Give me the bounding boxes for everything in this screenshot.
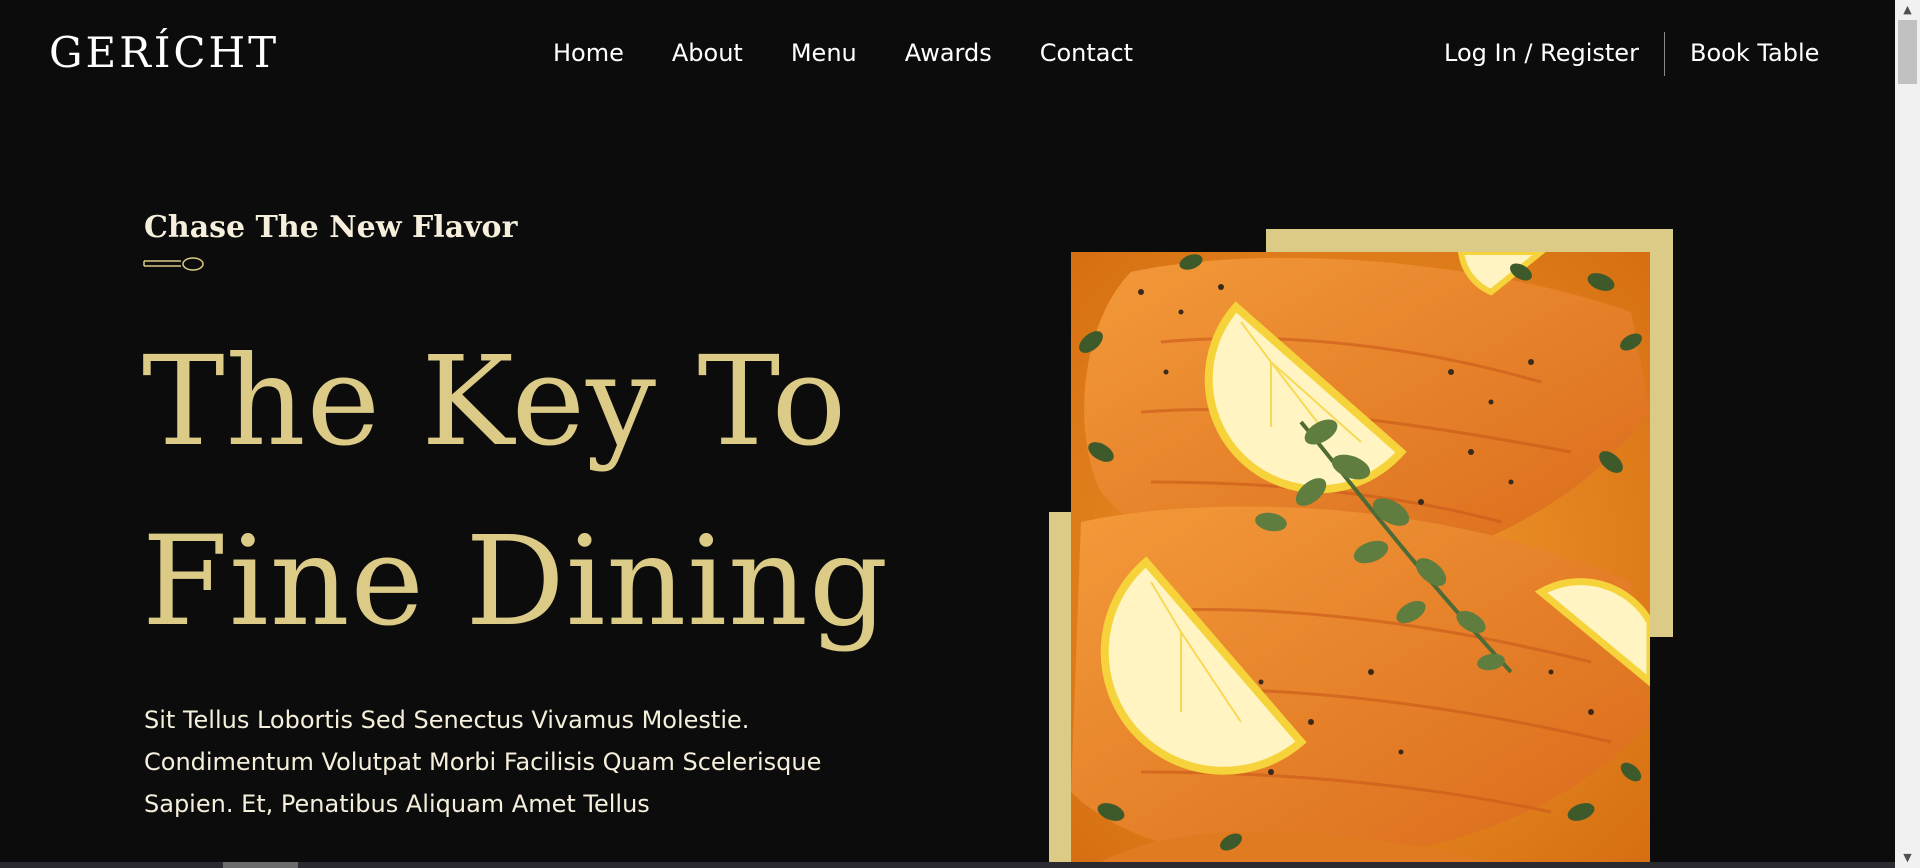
nav-link-awards[interactable]: Awards <box>905 38 992 68</box>
hero-subtitle: Chase The New Flavor <box>144 210 518 245</box>
nav-links: Home About Menu Awards Contact <box>553 38 1133 68</box>
scroll-down-arrow[interactable]: ▼ <box>1895 848 1920 868</box>
login-register-link[interactable]: Log In / Register <box>1444 38 1639 68</box>
vertical-scrollbar[interactable]: ▲ ▼ <box>1895 0 1920 868</box>
spoon-icon <box>143 257 204 271</box>
hero-headline: The Key To Fine Dining <box>142 312 889 672</box>
horizontal-scroll-thumb[interactable] <box>223 862 298 868</box>
salmon-dish-illustration <box>1071 252 1650 862</box>
navbar: GERÍCHT Home About Menu Awards Contact L… <box>0 0 1895 108</box>
brand-logo[interactable]: GERÍCHT <box>49 28 279 78</box>
scroll-thumb[interactable] <box>1898 20 1917 84</box>
hero-headline-line1: The Key To <box>142 330 848 474</box>
horizontal-scrollbar[interactable] <box>0 862 1895 868</box>
scroll-up-arrow[interactable]: ▲ <box>1895 0 1920 20</box>
nav-link-menu[interactable]: Menu <box>791 38 857 68</box>
book-table-link[interactable]: Book Table <box>1690 38 1819 68</box>
hero-headline-line2: Fine Dining <box>142 510 890 654</box>
nav-link-about[interactable]: About <box>672 38 743 68</box>
hero-description: Sit Tellus Lobortis Sed Senectus Vivamus… <box>144 706 822 818</box>
nav-link-home[interactable]: Home <box>553 38 624 68</box>
hero-image <box>1071 252 1650 862</box>
landing-page: GERÍCHT Home About Menu Awards Contact L… <box>0 0 1895 862</box>
browser-viewport: GERÍCHT Home About Menu Awards Contact L… <box>0 0 1920 868</box>
nav-link-contact[interactable]: Contact <box>1040 38 1133 68</box>
nav-divider <box>1664 32 1665 76</box>
